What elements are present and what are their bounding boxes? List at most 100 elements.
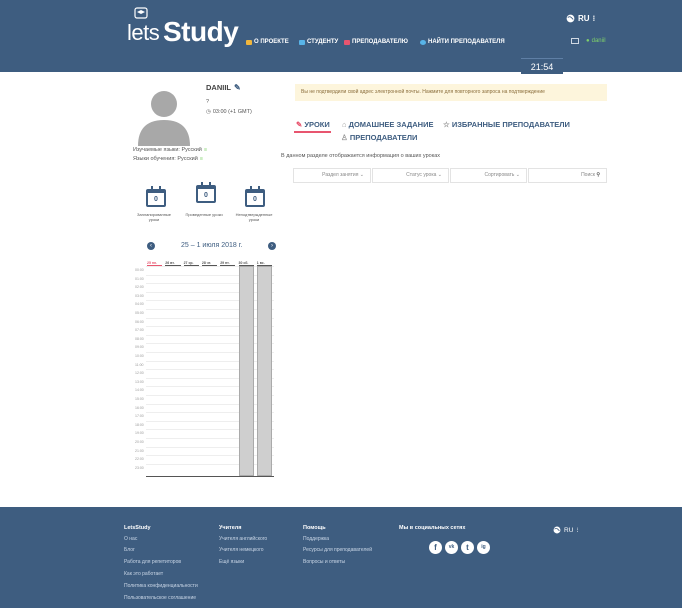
- grid-line: [146, 377, 274, 379]
- time-label: 10:00: [135, 354, 144, 358]
- unconfirmed-count: 0: [253, 196, 257, 203]
- blocked-day-column: [238, 266, 254, 477]
- clock: 21:54: [521, 58, 563, 74]
- grid-line: [146, 395, 274, 396]
- grid-line: [146, 283, 274, 285]
- nav-student[interactable]: СТУДЕНТУ: [299, 39, 338, 45]
- teacher-icon: ♙: [341, 133, 348, 142]
- grid-line: [146, 420, 274, 422]
- learning-languages-label: Изучаемые языки: Русский: [133, 147, 202, 153]
- top-header: lets Study О ПРОЕКТЕ СТУДЕНТУ ПРЕПОДАВАТ…: [0, 0, 682, 72]
- grid-line: [146, 412, 274, 414]
- twitter-icon[interactable]: t: [461, 541, 474, 554]
- next-week-button[interactable]: ›: [268, 242, 276, 250]
- grid-line: [146, 455, 274, 457]
- user-menu[interactable]: ● daniil: [586, 38, 606, 44]
- footer-link[interactable]: Учителя немецкого: [219, 547, 264, 553]
- user-icon: ●: [586, 38, 590, 44]
- avatar[interactable]: [124, 82, 203, 146]
- grid-line: [146, 403, 274, 405]
- nav-teacher-label: ПРЕПОДАВАТЕЛЮ: [352, 39, 408, 45]
- grid-line: [146, 463, 274, 465]
- grid-line: [146, 291, 274, 293]
- unconfirmed-label[interactable]: Неподтвержденные уроки: [230, 212, 278, 222]
- grid-line: [146, 300, 274, 302]
- status-filter-label: Статус урока: [406, 172, 437, 178]
- tab-favorite-teachers-label: ИЗБРАННЫЕ ПРЕПОДАВАТЕЛИ: [451, 120, 570, 129]
- blocked-day-column: [256, 266, 273, 477]
- tab-lessons[interactable]: ✎ УРОКИ: [296, 120, 330, 129]
- logo-lets[interactable]: lets: [127, 20, 160, 46]
- instagram-icon[interactable]: ig: [477, 541, 490, 554]
- nav-find-teacher[interactable]: НАЙТИ ПРЕПОДАВАТЕЛЯ: [420, 39, 505, 45]
- search-icon: [420, 39, 426, 45]
- mail-icon[interactable]: [571, 38, 579, 44]
- footer-language-selector[interactable]: RU ⁝: [553, 526, 578, 534]
- status-filter[interactable]: Статус урока ⌄: [372, 168, 449, 183]
- footer-link[interactable]: Учителя английского: [219, 536, 267, 542]
- grid-line: [146, 326, 274, 328]
- sort-filter[interactable]: Сортировать ⌄: [450, 168, 527, 183]
- lessons-icon: ✎: [296, 120, 303, 129]
- grid-line: [146, 317, 274, 319]
- prev-week-button[interactable]: ‹: [147, 242, 155, 250]
- nav-about-label: О ПРОЕКТЕ: [254, 39, 289, 45]
- footer-link[interactable]: Как это работает: [124, 571, 163, 577]
- tab-teachers-label: ПРЕПОДАВАТЕЛИ: [349, 133, 418, 142]
- time-label: 23:00: [135, 465, 144, 470]
- level-bars-icon: ≡: [203, 147, 208, 153]
- footer-link[interactable]: Работа для репетиторов: [124, 559, 181, 565]
- planned-label[interactable]: Запланированные уроки: [132, 212, 176, 222]
- level-bars-icon: ≡: [199, 156, 203, 162]
- footer-link[interactable]: Политика конфиденциальности: [124, 583, 198, 589]
- section-filter[interactable]: Раздел занятия ⌄: [293, 168, 371, 183]
- logo-study[interactable]: Study: [163, 16, 239, 48]
- tab-favorite-teachers[interactable]: ☆ ИЗБРАННЫЕ ПРЕПОДАВАТЕЛИ: [443, 120, 570, 129]
- twitter-label: t: [466, 543, 469, 552]
- time-label: 16:00: [135, 405, 144, 410]
- vk-icon[interactable]: vk: [445, 541, 458, 554]
- time-label: 15:00: [135, 397, 144, 401]
- time-label: 22:00: [135, 457, 144, 462]
- calendar-icon: 0: [196, 182, 216, 203]
- footer-link[interactable]: Вопросы и ответы: [303, 559, 345, 565]
- grid-line: [146, 266, 274, 267]
- time-label: 08:00: [135, 336, 144, 341]
- search-input[interactable]: Поиск ⚲: [528, 168, 607, 183]
- email-notice[interactable]: Вы не подтвердили свой адрес электронной…: [295, 84, 607, 101]
- graduation-cap-icon: [134, 7, 148, 19]
- footer-link[interactable]: Поддержка: [303, 536, 329, 542]
- edit-icon[interactable]: ✎: [234, 83, 241, 92]
- learning-languages: Изучаемые языки: Русский ≡: [133, 147, 207, 153]
- done-count: 0: [204, 192, 208, 199]
- time-label: 07:00: [135, 328, 144, 333]
- time-label: 11:00: [135, 362, 144, 367]
- tab-homework-label: ДОМАШНЕЕ ЗАДАНИЕ: [348, 120, 434, 129]
- tab-teachers[interactable]: ♙ ПРЕПОДАВАТЕЛИ: [341, 133, 417, 142]
- footer-link[interactable]: Ресурсы для преподавателей: [303, 547, 372, 553]
- footer-link[interactable]: О нас: [124, 536, 137, 542]
- native-languages: Языки обучения: Русский ≡: [133, 156, 203, 162]
- grid-line: [146, 343, 274, 345]
- footer-col4-title: Мы в социальных сетях: [399, 525, 466, 531]
- profile-timezone: ◷ 03:00 (+1 GMT): [206, 109, 252, 115]
- facebook-icon[interactable]: f: [429, 541, 442, 554]
- grid-line: [146, 334, 274, 336]
- time-label: 17:00: [135, 414, 144, 419]
- footer-link[interactable]: Пользовательское соглашение: [124, 595, 196, 601]
- tab-homework[interactable]: ⌂ ДОМАШНЕЕ ЗАДАНИЕ: [342, 120, 433, 129]
- footer-link[interactable]: Блог: [124, 547, 135, 553]
- language-selector[interactable]: RU ⁝: [566, 14, 595, 23]
- time-label: 14:00: [135, 388, 144, 393]
- done-label[interactable]: Проведенные уроки: [182, 212, 226, 217]
- week-range: 25 – 1 июля 2018 г.: [181, 242, 243, 249]
- time-label: 00:00: [135, 268, 144, 272]
- user-name: daniil: [591, 38, 606, 44]
- chevron-down-icon: ⁝: [576, 527, 579, 534]
- nav-teacher[interactable]: ПРЕПОДАВАТЕЛЮ: [344, 39, 408, 45]
- footer-col2-title: Учителя: [219, 525, 242, 531]
- nav-about[interactable]: О ПРОЕКТЕ: [246, 39, 289, 45]
- time-label: 09:00: [135, 345, 144, 350]
- footer-link[interactable]: Ещё языки: [219, 559, 244, 565]
- language-label: RU: [578, 14, 590, 23]
